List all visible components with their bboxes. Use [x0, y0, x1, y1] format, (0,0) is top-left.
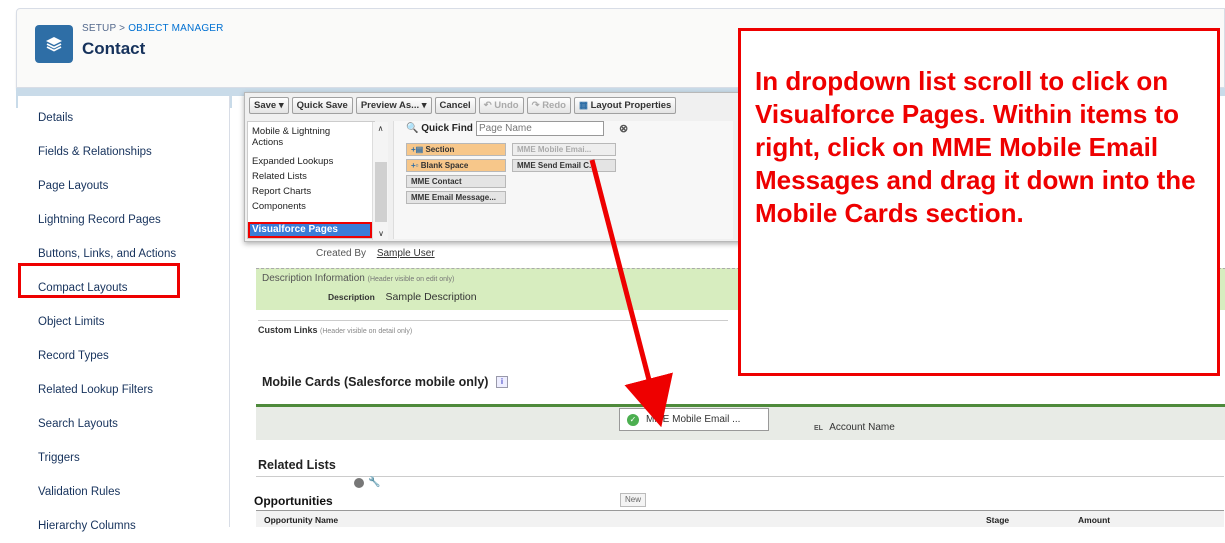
drag-arrow-icon — [589, 159, 673, 428]
